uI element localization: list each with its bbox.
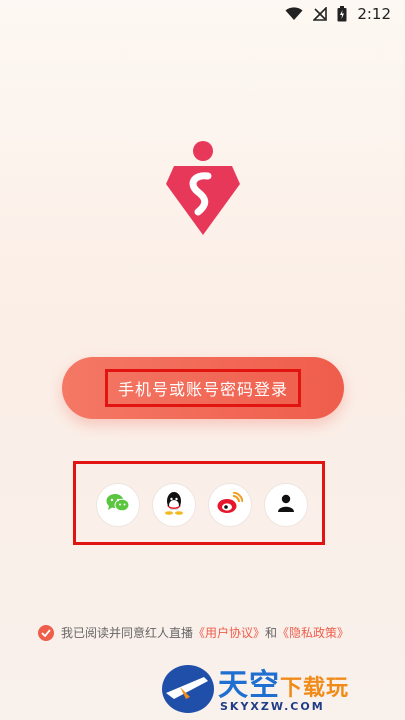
login-button-label: 手机号或账号密码登录: [104, 369, 301, 407]
watermark-logo-icon: [160, 663, 216, 719]
account-login-button[interactable]: [264, 483, 308, 527]
agreement-row: 我已阅读并同意红人直播 《用户协议》 和 《隐私政策》: [38, 624, 385, 641]
qq-icon: [163, 491, 185, 519]
app-logo: [164, 140, 242, 240]
phone-account-login-button[interactable]: 手机号或账号密码登录: [62, 357, 344, 419]
watermark-title: 天空下载玩: [218, 668, 350, 703]
user-icon: [277, 494, 295, 516]
no-signal-icon: [313, 7, 328, 21]
weibo-icon: [217, 491, 244, 518]
qq-login-button[interactable]: [152, 483, 196, 527]
watermark: 天空下载玩 SKYXZW.COM: [160, 660, 405, 720]
watermark-domain: SKYXZW.COM: [220, 700, 325, 713]
status-bar: 2:12: [0, 0, 405, 28]
clock-time: 2:12: [357, 5, 391, 23]
wifi-icon: [285, 7, 303, 21]
privacy-policy-link[interactable]: 《隐私政策》: [277, 624, 349, 641]
agreement-checkbox[interactable]: [38, 624, 54, 641]
wechat-login-button[interactable]: [96, 483, 140, 527]
wechat-icon: [106, 493, 130, 517]
user-agreement-link[interactable]: 《用户协议》: [193, 624, 265, 641]
weibo-login-button[interactable]: [208, 483, 252, 527]
agreement-and-text: 和: [265, 626, 278, 640]
battery-icon: [337, 6, 347, 22]
agreement-text: 我已阅读并同意红人直播: [61, 626, 194, 640]
